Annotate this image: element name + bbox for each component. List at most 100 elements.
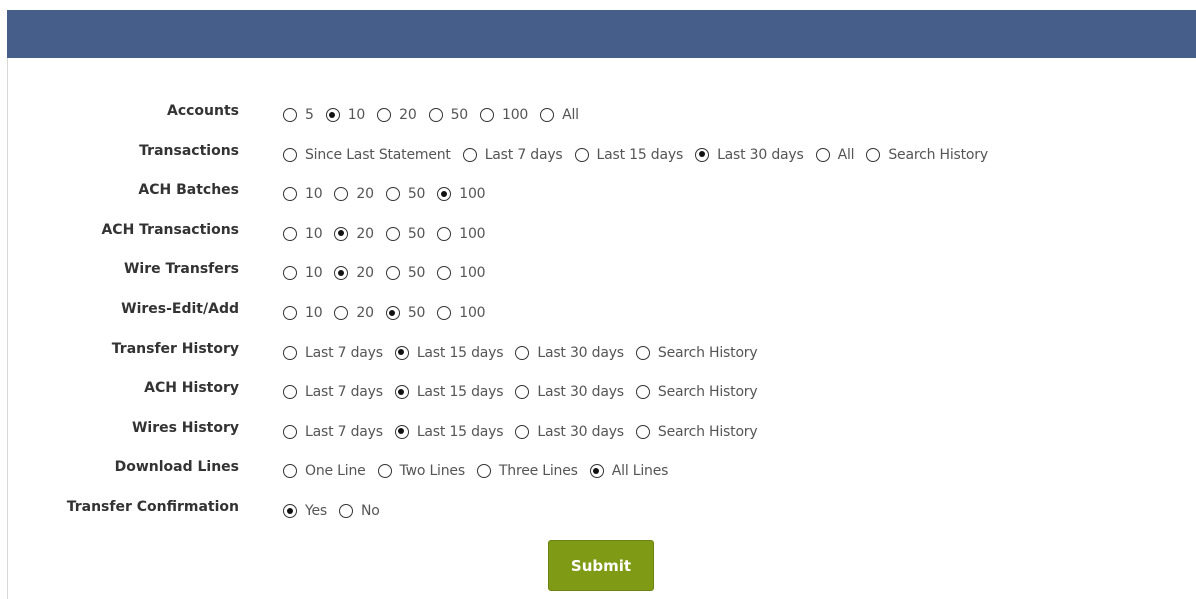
radio-button[interactable] <box>283 345 297 360</box>
radio-button[interactable] <box>283 187 297 202</box>
option-download-lines-one-line[interactable]: One Line <box>283 463 366 479</box>
option-download-lines-two-lines[interactable]: Two Lines <box>377 463 465 479</box>
option-label: Last 7 days <box>305 344 383 361</box>
option-transactions-search-history[interactable]: Search History <box>866 147 988 163</box>
option-transactions-since-last-statement[interactable]: Since Last Statement <box>283 147 451 163</box>
option-label: Last 30 days <box>537 344 624 361</box>
submit-button[interactable]: Submit <box>548 540 654 591</box>
radio-button[interactable] <box>574 147 589 162</box>
option-ach-transactions-20[interactable]: 20 <box>334 225 374 242</box>
radio-button[interactable] <box>377 464 392 479</box>
option-ach-transactions-10[interactable]: 10 <box>283 226 323 242</box>
radio-button[interactable] <box>283 464 297 479</box>
radio-button[interactable] <box>325 108 340 122</box>
radio-button[interactable] <box>334 187 349 202</box>
option-wire-transfers-100[interactable]: 100 <box>437 265 486 281</box>
radio-button[interactable] <box>462 147 477 162</box>
radio-button[interactable] <box>589 464 604 479</box>
radio-button[interactable] <box>635 424 650 439</box>
option-accounts-50[interactable]: 50 <box>428 107 468 123</box>
option-ach-batches-20[interactable]: 20 <box>334 186 374 202</box>
radio-button[interactable] <box>385 305 400 320</box>
option-transactions-last-30-days[interactable]: Last 30 days <box>695 147 804 163</box>
radio-button[interactable] <box>394 385 409 400</box>
radio-button[interactable] <box>815 147 830 162</box>
option-download-lines-three-lines[interactable]: Three Lines <box>476 463 578 479</box>
option-wire-transfers-10[interactable]: 10 <box>283 265 323 281</box>
option-label: No <box>361 502 380 519</box>
option-label: 20 <box>356 265 374 282</box>
option-wire-transfers-50[interactable]: 50 <box>385 265 425 281</box>
option-ach-history-last-15-days[interactable]: Last 15 days <box>394 384 504 400</box>
option-ach-history-search-history[interactable]: Search History <box>635 384 758 400</box>
option-wires-history-search-history[interactable]: Search History <box>635 424 758 440</box>
option-transactions-last-7-days[interactable]: Last 7 days <box>462 147 563 163</box>
radio-button[interactable] <box>695 147 710 162</box>
radio-button[interactable] <box>479 108 494 122</box>
radio-button[interactable] <box>515 345 530 360</box>
option-accounts-100[interactable]: 100 <box>479 107 528 123</box>
radio-button[interactable] <box>437 266 452 281</box>
option-wires-edit-add-20[interactable]: 20 <box>334 305 374 321</box>
radio-button[interactable] <box>540 108 555 122</box>
option-transfer-confirmation-yes[interactable]: Yes <box>283 503 327 519</box>
row-download-lines: Download Lines One Line Two Lines Three Lin… <box>0 457 1196 497</box>
radio-button[interactable] <box>283 226 297 241</box>
radio-button[interactable] <box>635 385 650 400</box>
option-ach-history-last-30-days[interactable]: Last 30 days <box>515 384 624 400</box>
option-ach-batches-10[interactable]: 10 <box>283 186 323 202</box>
option-accounts-20[interactable]: 20 <box>377 107 417 123</box>
radio-button[interactable] <box>283 108 297 122</box>
radio-button[interactable] <box>635 345 650 360</box>
radio-button[interactable] <box>283 385 297 400</box>
radio-button[interactable] <box>515 385 530 400</box>
option-transfer-confirmation-no[interactable]: No <box>339 503 380 519</box>
radio-button[interactable] <box>385 266 400 281</box>
option-accounts-all[interactable]: All <box>540 107 579 123</box>
option-wires-edit-add-100[interactable]: 100 <box>437 305 486 321</box>
option-ach-transactions-50[interactable]: 50 <box>385 226 425 242</box>
option-wires-history-last-7-days[interactable]: Last 7 days <box>283 424 383 440</box>
option-accounts-10[interactable]: 10 <box>325 107 365 123</box>
radio-button[interactable] <box>476 464 491 479</box>
radio-button[interactable] <box>339 503 353 518</box>
option-ach-batches-50[interactable]: 50 <box>385 186 425 202</box>
option-transfer-history-search-history[interactable]: Search History <box>635 345 758 361</box>
option-wires-history-last-15-days[interactable]: Last 15 days <box>394 424 504 440</box>
option-transfer-history-last-7-days[interactable]: Last 7 days <box>283 345 383 361</box>
option-wires-edit-add-50[interactable]: 50 <box>385 305 425 321</box>
radio-button[interactable] <box>377 108 392 122</box>
radio-button[interactable] <box>334 266 349 281</box>
row-transfer-history: Transfer History Last 7 days Last 15 days L… <box>0 339 1196 379</box>
radio-button[interactable] <box>437 187 452 202</box>
radio-button[interactable] <box>385 226 400 241</box>
option-download-lines-all-lines[interactable]: All Lines <box>589 463 668 479</box>
radio-button[interactable] <box>283 266 297 281</box>
radio-button[interactable] <box>866 147 881 162</box>
radio-button[interactable] <box>283 424 297 439</box>
option-transactions-all[interactable]: All <box>815 147 855 163</box>
radio-button[interactable] <box>515 424 530 439</box>
radio-button[interactable] <box>428 108 443 122</box>
radio-button[interactable] <box>334 305 349 320</box>
radio-button[interactable] <box>437 305 452 320</box>
option-wire-transfers-20[interactable]: 20 <box>334 265 374 282</box>
radio-button[interactable] <box>437 226 452 241</box>
option-ach-history-last-7-days[interactable]: Last 7 days <box>283 384 383 400</box>
option-ach-transactions-100[interactable]: 100 <box>437 226 486 242</box>
radio-button[interactable] <box>334 226 349 241</box>
radio-button[interactable] <box>385 187 400 202</box>
radio-button[interactable] <box>283 147 297 162</box>
option-wires-history-last-30-days[interactable]: Last 30 days <box>515 424 624 440</box>
radio-button[interactable] <box>283 503 297 518</box>
option-transfer-history-last-15-days[interactable]: Last 15 days <box>394 345 504 361</box>
radio-button[interactable] <box>394 424 409 439</box>
option-label: 20 <box>356 225 374 242</box>
option-accounts-5[interactable]: 5 <box>283 107 314 123</box>
option-wires-edit-add-10[interactable]: 10 <box>283 305 323 321</box>
radio-button[interactable] <box>283 305 297 320</box>
option-ach-batches-100[interactable]: 100 <box>437 186 486 202</box>
option-transactions-last-15-days[interactable]: Last 15 days <box>574 147 683 163</box>
radio-button[interactable] <box>394 345 409 360</box>
option-transfer-history-last-30-days[interactable]: Last 30 days <box>515 345 624 361</box>
